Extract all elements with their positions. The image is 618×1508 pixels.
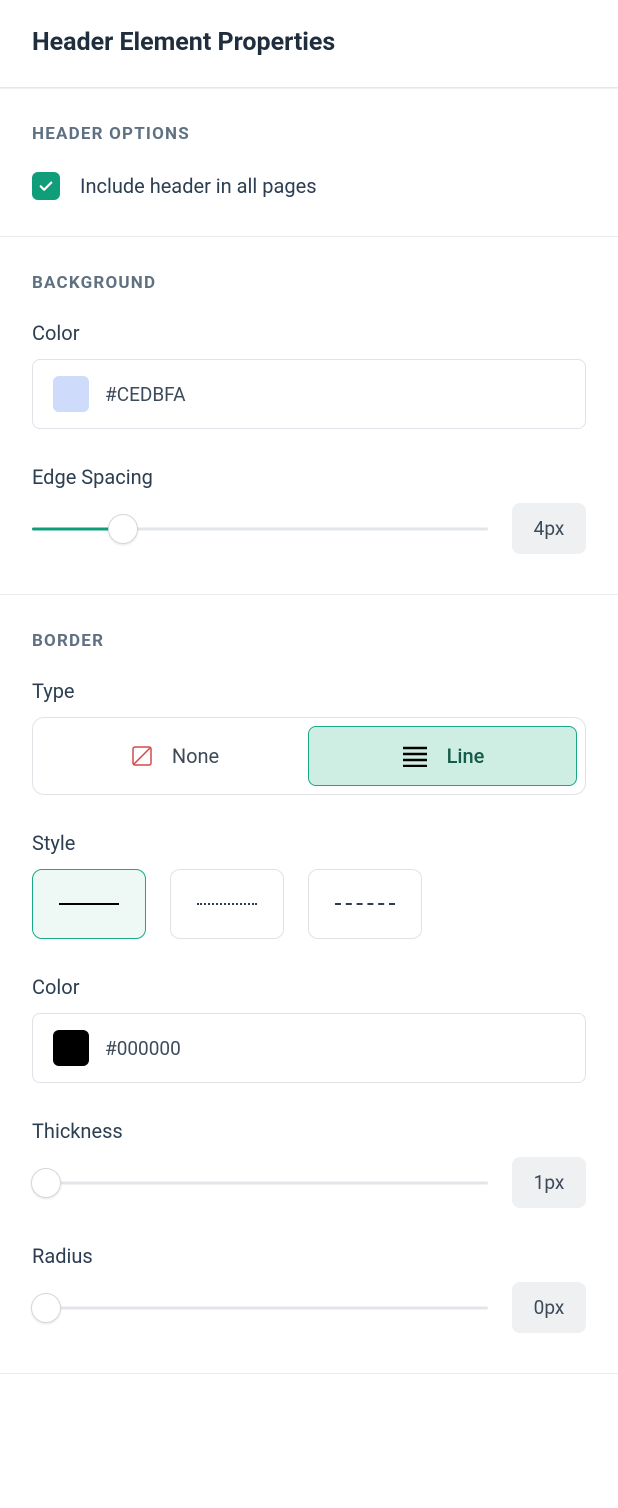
border-style-solid-button[interactable] xyxy=(32,869,146,939)
edge-spacing-label: Edge Spacing xyxy=(32,465,586,489)
edge-spacing-slider[interactable] xyxy=(32,511,488,547)
dotted-line-icon xyxy=(197,903,257,905)
header-options-heading: HEADER OPTIONS xyxy=(32,124,586,144)
bg-color-label: Color xyxy=(32,321,586,345)
bg-color-swatch xyxy=(53,376,89,412)
slider-thumb[interactable] xyxy=(31,1293,61,1323)
border-type-none-button[interactable]: None xyxy=(41,726,308,786)
dashed-line-icon xyxy=(335,903,395,905)
edge-spacing-row: 4px xyxy=(32,503,586,554)
check-icon xyxy=(37,177,55,195)
border-type-line-label: Line xyxy=(447,744,485,768)
border-style-dashed-button[interactable] xyxy=(308,869,422,939)
radius-value: 0px xyxy=(512,1282,586,1333)
page-title: Header Element Properties xyxy=(0,0,618,87)
include-header-row: Include header in all pages xyxy=(32,172,586,200)
slider-thumb[interactable] xyxy=(31,1168,61,1198)
lines-icon xyxy=(401,745,429,767)
border-style-label: Style xyxy=(32,831,586,855)
radius-slider[interactable] xyxy=(32,1290,488,1326)
none-icon xyxy=(130,744,154,768)
include-header-label: Include header in all pages xyxy=(80,174,317,198)
border-type-line-button[interactable]: Line xyxy=(308,726,577,786)
slider-track-bg xyxy=(32,1181,488,1184)
border-color-value: #000000 xyxy=(105,1037,181,1060)
thickness-slider[interactable] xyxy=(32,1165,488,1201)
thickness-row: 1px xyxy=(32,1157,586,1208)
border-heading: BORDER xyxy=(32,631,586,651)
bg-color-value: #CEDBFA xyxy=(105,383,186,406)
background-heading: BACKGROUND xyxy=(32,273,586,293)
slider-thumb[interactable] xyxy=(108,514,138,544)
bg-color-picker[interactable]: #CEDBFA xyxy=(32,359,586,429)
radius-row: 0px xyxy=(32,1282,586,1333)
border-type-none-label: None xyxy=(172,744,219,768)
border-color-label: Color xyxy=(32,975,586,999)
thickness-label: Thickness xyxy=(32,1119,586,1143)
border-style-row xyxy=(32,869,586,939)
section-background: BACKGROUND Color #CEDBFA Edge Spacing 4p… xyxy=(0,237,618,595)
slider-track-bg xyxy=(32,1306,488,1309)
solid-line-icon xyxy=(59,903,119,905)
thickness-value: 1px xyxy=(512,1157,586,1208)
section-header-options: HEADER OPTIONS Include header in all pag… xyxy=(0,88,618,237)
border-style-dotted-button[interactable] xyxy=(170,869,284,939)
border-type-segmented: None Line xyxy=(32,717,586,795)
radius-label: Radius xyxy=(32,1244,586,1268)
include-header-checkbox[interactable] xyxy=(32,172,60,200)
section-border: BORDER Type None Line xyxy=(0,595,618,1374)
border-color-swatch xyxy=(53,1030,89,1066)
edge-spacing-value: 4px xyxy=(512,503,586,554)
border-type-label: Type xyxy=(32,679,586,703)
border-color-picker[interactable]: #000000 xyxy=(32,1013,586,1083)
